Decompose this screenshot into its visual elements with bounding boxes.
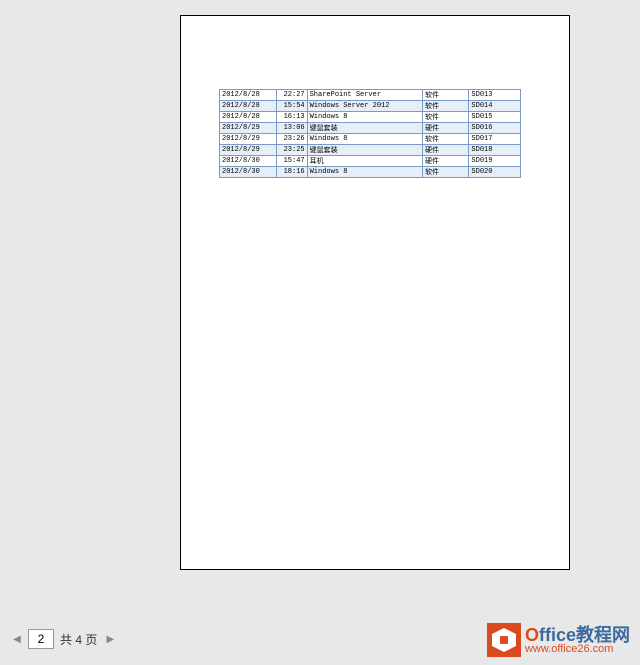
cell-name: SharePoint Server — [307, 90, 422, 101]
table-row: 2012/8/2816:13Windows 8软件SD015 — [220, 112, 521, 123]
cell-time: 22:27 — [276, 90, 307, 101]
table-row: 2012/8/2923:25键鼠套装硬件SD018 — [220, 145, 521, 156]
cell-type: 硬件 — [423, 123, 469, 134]
watermark-url: www.office26.com — [525, 644, 630, 655]
cell-date: 2012/8/28 — [220, 101, 277, 112]
cell-date: 2012/8/30 — [220, 156, 277, 167]
data-table: 2012/8/2822:27SharePoint Server软件SD01320… — [219, 89, 521, 178]
watermark-text: Office教程网 www.office26.com — [525, 626, 630, 655]
cell-code: SD016 — [469, 123, 521, 134]
cell-type: 软件 — [423, 101, 469, 112]
cell-date: 2012/8/29 — [220, 123, 277, 134]
cell-time: 18:16 — [276, 167, 307, 178]
page-total-label: 共 4 页 — [60, 631, 97, 648]
cell-code: SD013 — [469, 90, 521, 101]
table-row: 2012/8/3018:16Windows 8软件SD020 — [220, 167, 521, 178]
cell-name: Windows Server 2012 — [307, 101, 422, 112]
table-row: 2012/8/2815:54Windows Server 2012软件SD014 — [220, 101, 521, 112]
cell-code: SD015 — [469, 112, 521, 123]
cell-date: 2012/8/29 — [220, 134, 277, 145]
cell-code: SD017 — [469, 134, 521, 145]
watermark: Office教程网 www.office26.com — [487, 623, 630, 657]
table-row: 2012/8/2913:06键鼠套装硬件SD016 — [220, 123, 521, 134]
cell-time: 13:06 — [276, 123, 307, 134]
table-row: 2012/8/2822:27SharePoint Server软件SD013 — [220, 90, 521, 101]
cell-name: Windows 8 — [307, 112, 422, 123]
next-page-button[interactable]: ▶ — [103, 630, 117, 648]
cell-type: 硬件 — [423, 145, 469, 156]
page-number-input[interactable] — [28, 629, 54, 649]
cell-type: 硬件 — [423, 156, 469, 167]
cell-date: 2012/8/28 — [220, 112, 277, 123]
cell-name: 耳机 — [307, 156, 422, 167]
cell-date: 2012/8/30 — [220, 167, 277, 178]
pager: ◀ 共 4 页 ▶ — [10, 629, 117, 649]
cell-name: 键鼠套装 — [307, 123, 422, 134]
cell-code: SD014 — [469, 101, 521, 112]
office-logo-icon — [487, 623, 521, 657]
print-preview-page: 2012/8/2822:27SharePoint Server软件SD01320… — [180, 15, 570, 570]
watermark-brand: Office教程网 — [525, 626, 630, 644]
cell-code: SD018 — [469, 145, 521, 156]
cell-time: 15:47 — [276, 156, 307, 167]
cell-type: 软件 — [423, 112, 469, 123]
cell-code: SD020 — [469, 167, 521, 178]
table-row: 2012/8/2923:26Windows 8软件SD017 — [220, 134, 521, 145]
cell-type: 软件 — [423, 134, 469, 145]
table-row: 2012/8/3015:47耳机硬件SD019 — [220, 156, 521, 167]
cell-time: 23:26 — [276, 134, 307, 145]
cell-name: 键鼠套装 — [307, 145, 422, 156]
table-body: 2012/8/2822:27SharePoint Server软件SD01320… — [220, 90, 521, 178]
cell-time: 15:54 — [276, 101, 307, 112]
cell-type: 软件 — [423, 167, 469, 178]
prev-page-button[interactable]: ◀ — [10, 630, 24, 648]
cell-name: Windows 8 — [307, 134, 422, 145]
cell-code: SD019 — [469, 156, 521, 167]
cell-time: 23:25 — [276, 145, 307, 156]
cell-date: 2012/8/29 — [220, 145, 277, 156]
cell-time: 16:13 — [276, 112, 307, 123]
cell-type: 软件 — [423, 90, 469, 101]
cell-name: Windows 8 — [307, 167, 422, 178]
cell-date: 2012/8/28 — [220, 90, 277, 101]
